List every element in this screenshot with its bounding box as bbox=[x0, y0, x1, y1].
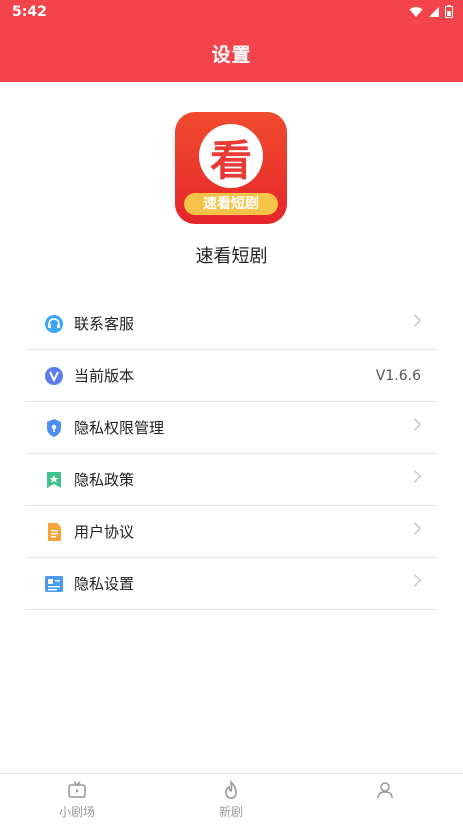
menu-item-label: 当前版本 bbox=[74, 367, 135, 385]
bookmark-star-icon bbox=[44, 470, 64, 490]
logo-character: 看 bbox=[209, 136, 252, 185]
chevron-right-icon bbox=[408, 522, 421, 535]
chevron-right-icon bbox=[408, 314, 421, 327]
menu-item-privacy-policy[interactable]: 隐私政策 bbox=[26, 454, 437, 506]
menu-item-label: 隐私设置 bbox=[74, 575, 135, 593]
app-logo: 看 速看短剧 bbox=[175, 112, 287, 224]
version-value: V1.6.6 bbox=[375, 367, 421, 384]
menu-item-user-agreement[interactable]: 用户协议 bbox=[26, 506, 437, 558]
menu-item-current-version[interactable]: 当前版本 V1.6.6 bbox=[26, 350, 437, 402]
profile-icon bbox=[308, 780, 462, 800]
nav-tab-new-dramas[interactable]: 新剧 bbox=[154, 774, 308, 824]
menu-item-label: 隐私政策 bbox=[74, 471, 135, 489]
wifi-icon bbox=[409, 6, 423, 17]
status-time: 5:42 bbox=[12, 4, 47, 20]
headset-icon bbox=[44, 314, 64, 334]
nav-tab-theater[interactable]: 小剧场 bbox=[0, 774, 154, 824]
signal-icon bbox=[429, 6, 439, 17]
nav-tab-label: 新剧 bbox=[218, 805, 243, 819]
chevron-right-icon bbox=[408, 574, 421, 587]
menu-item-contact-support[interactable]: 联系客服 bbox=[26, 298, 437, 350]
flame-icon bbox=[154, 780, 308, 800]
version-v-icon bbox=[44, 366, 64, 386]
status-icons bbox=[409, 5, 453, 18]
app-name: 速看短剧 bbox=[195, 246, 268, 267]
chevron-right-icon bbox=[408, 470, 421, 483]
nav-tab-profile[interactable] bbox=[308, 774, 462, 824]
menu-item-label: 用户协议 bbox=[74, 523, 135, 541]
app-header: 5:42 设置 bbox=[0, 0, 463, 82]
settings-list: 联系客服 当前版本 V1.6.6 隐私权限管理 隐私政策 用户协议 隐私设置 bbox=[26, 298, 437, 610]
menu-item-privacy-settings[interactable]: 隐私设置 bbox=[26, 558, 437, 610]
tv-icon bbox=[0, 780, 154, 800]
menu-item-label: 联系客服 bbox=[74, 315, 135, 333]
menu-item-privacy-permissions[interactable]: 隐私权限管理 bbox=[26, 402, 437, 454]
shield-icon bbox=[44, 418, 64, 438]
document-icon bbox=[44, 522, 64, 542]
chevron-right-icon bbox=[408, 418, 421, 431]
nav-tab-label: 小剧场 bbox=[58, 805, 95, 819]
logo-label: 速看短剧 bbox=[184, 193, 278, 215]
menu-item-label: 隐私权限管理 bbox=[74, 419, 165, 437]
battery-icon bbox=[445, 5, 453, 18]
bottom-nav: 小剧场 新剧 bbox=[0, 773, 463, 824]
page-title: 设置 bbox=[211, 44, 252, 66]
id-card-icon bbox=[44, 574, 64, 594]
